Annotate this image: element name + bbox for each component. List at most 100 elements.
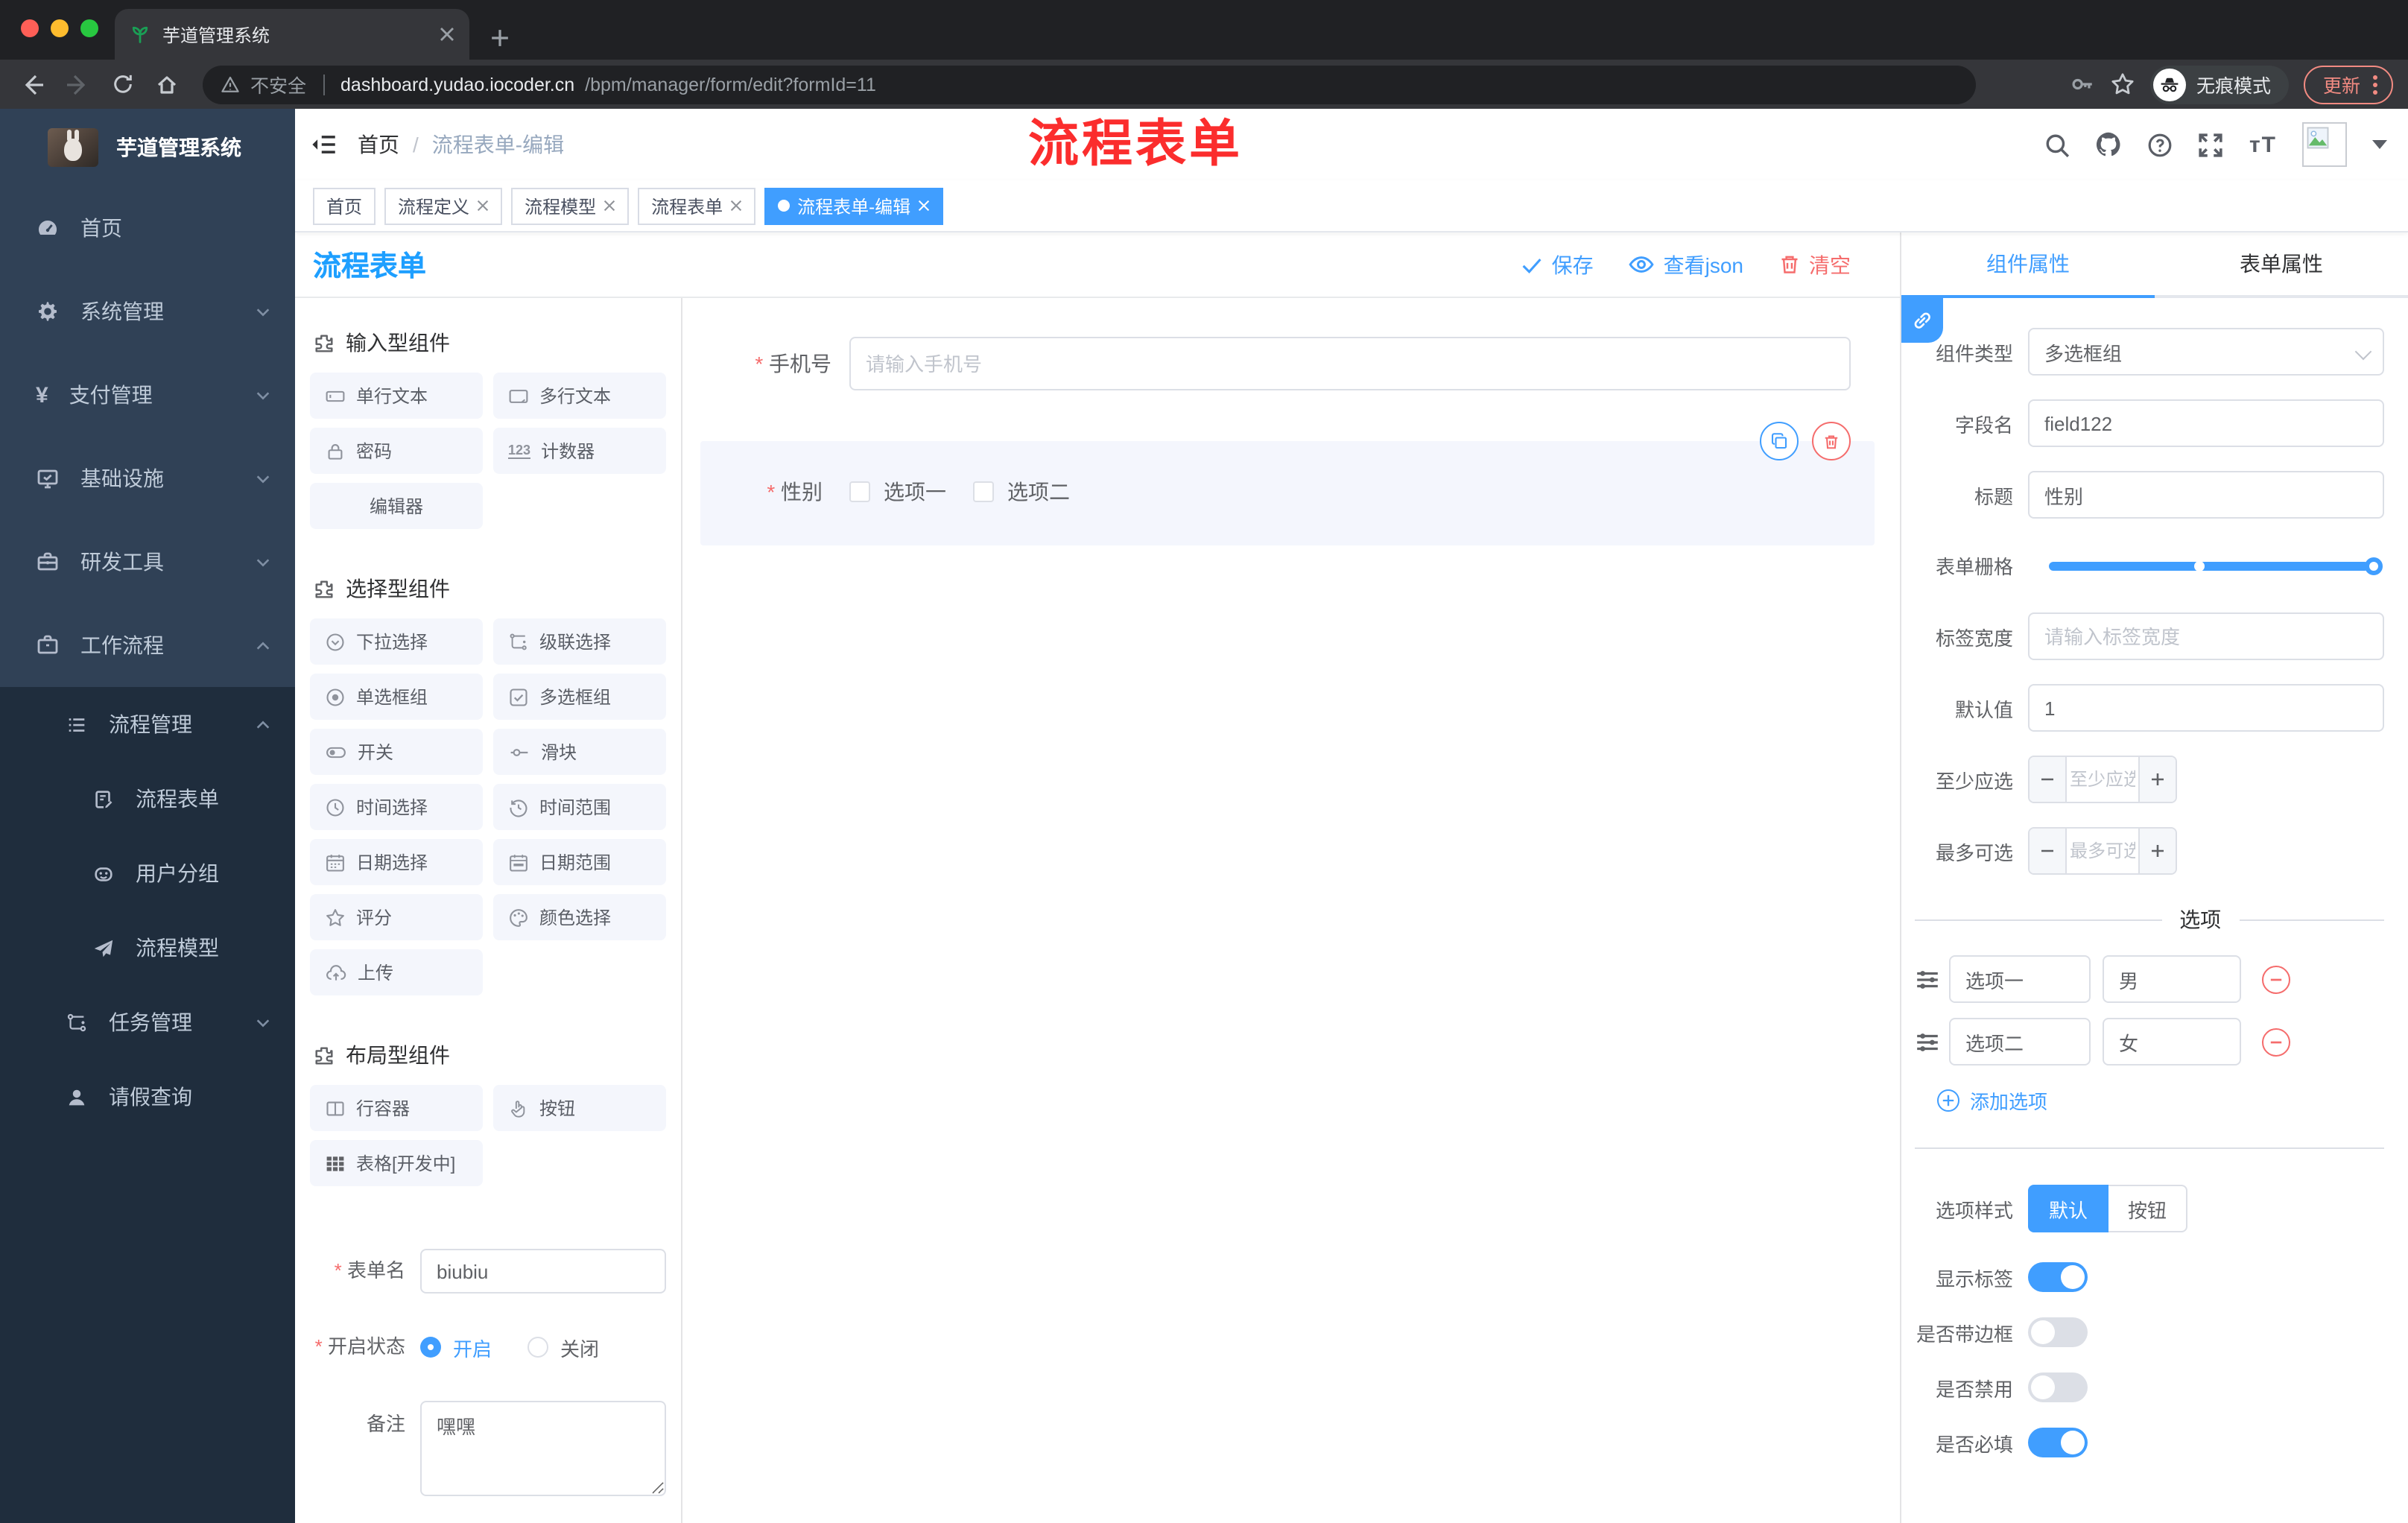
style-default-button[interactable]: 默认 [2028, 1185, 2109, 1232]
palette-item-switch[interactable]: 开关 [310, 729, 483, 775]
sidebar-item-devtools[interactable]: 研发工具 [0, 520, 295, 604]
palette-item-button[interactable]: 按钮 [493, 1085, 666, 1131]
close-icon[interactable] [603, 200, 615, 212]
add-option-button[interactable]: 添加选项 [1937, 1086, 2408, 1115]
palette-item-checkbox-group[interactable]: 多选框组 [493, 674, 666, 720]
form-canvas[interactable]: 手机号 [682, 298, 1900, 1523]
palette-item-color-picker[interactable]: 颜色选择 [493, 894, 666, 940]
radio-closed[interactable]: 关闭 [527, 1333, 599, 1361]
palette-item-editor[interactable]: 编辑器 [310, 483, 483, 529]
canvas-field-phone[interactable]: 手机号 [682, 337, 1851, 390]
data-bind-link-badge[interactable] [1901, 298, 1943, 343]
title-input[interactable] [2028, 471, 2384, 519]
show-label-toggle[interactable] [2028, 1262, 2088, 1292]
github-icon[interactable] [2096, 131, 2123, 158]
palette-item-date-range[interactable]: 日期范围 [493, 839, 666, 885]
close-window-button[interactable] [21, 19, 39, 37]
update-button[interactable]: 更新 [2303, 65, 2393, 104]
radio-open[interactable]: 开启 [420, 1333, 492, 1361]
form-remark-textarea[interactable]: 嘿嘿 [420, 1401, 666, 1496]
field-name-input[interactable] [2028, 399, 2384, 447]
palette-item-rate[interactable]: 评分 [310, 894, 483, 940]
palette-item-cascader[interactable]: 级联选择 [493, 618, 666, 665]
drag-handle-icon[interactable] [1915, 966, 1940, 992]
close-icon[interactable] [918, 200, 930, 212]
slider-handle[interactable] [2365, 557, 2383, 574]
delete-component-button[interactable] [1812, 422, 1851, 460]
collapse-sidebar-icon[interactable] [310, 131, 337, 158]
palette-item-counter[interactable]: 123 计数器 [493, 428, 666, 474]
search-icon[interactable] [2045, 132, 2070, 157]
sidebar-item-workflow[interactable]: 工作流程 [0, 604, 295, 687]
bookmark-star-icon[interactable] [2110, 72, 2135, 97]
address-bar[interactable]: 不安全 dashboard.yudao.iocoder.cn/bpm/manag… [203, 65, 1976, 104]
increase-button[interactable] [2138, 829, 2176, 873]
sidebar-item-task-mgmt[interactable]: 任务管理 [0, 985, 295, 1060]
view-json-button[interactable]: 查看json [1629, 250, 1743, 279]
breadcrumb-home[interactable]: 首页 [358, 130, 399, 159]
reload-icon[interactable] [104, 66, 140, 102]
tag-process-definition[interactable]: 流程定义 [384, 187, 503, 224]
gender-checkbox-option1[interactable]: 选项一 [849, 477, 946, 507]
style-button-button[interactable]: 按钮 [2108, 1185, 2188, 1232]
palette-item-time-range[interactable]: 时间范围 [493, 784, 666, 830]
palette-item-password[interactable]: 密码 [310, 428, 483, 474]
copy-component-button[interactable] [1760, 422, 1799, 460]
palette-item-multi-text[interactable]: 多行文本 [493, 373, 666, 419]
save-button[interactable]: 保存 [1522, 250, 1594, 279]
palette-item-upload[interactable]: 上传 [310, 949, 483, 995]
option-value-input[interactable] [2103, 955, 2241, 1003]
form-name-input[interactable] [420, 1249, 666, 1294]
sidebar-item-process-model[interactable]: 流程模型 [0, 911, 295, 985]
avatar[interactable] [2302, 122, 2347, 167]
password-key-icon[interactable] [2070, 72, 2095, 97]
minimize-window-button[interactable] [51, 19, 69, 37]
palette-item-table[interactable]: 表格[开发中] [310, 1140, 483, 1186]
remove-option-button[interactable] [2262, 1028, 2290, 1056]
min-input[interactable] [2067, 757, 2138, 802]
gender-checkbox-option2[interactable]: 选项二 [973, 477, 1070, 507]
max-input[interactable] [2067, 829, 2138, 873]
default-value-input[interactable] [2028, 684, 2384, 732]
tab-component-props[interactable]: 组件属性 [1901, 232, 2155, 298]
tab-form-props[interactable]: 表单属性 [2155, 232, 2408, 298]
back-icon[interactable] [15, 66, 51, 102]
palette-item-radio-group[interactable]: 单选框组 [310, 674, 483, 720]
remove-option-button[interactable] [2262, 965, 2290, 993]
drag-handle-icon[interactable] [1915, 1029, 1940, 1054]
canvas-field-gender-selected[interactable]: 性别 选项一 选项二 [700, 422, 1875, 545]
border-toggle[interactable] [2028, 1317, 2088, 1347]
required-toggle[interactable] [2028, 1428, 2088, 1457]
close-icon[interactable] [730, 200, 742, 212]
sidebar-item-home[interactable]: 首页 [0, 186, 295, 270]
increase-button[interactable] [2138, 757, 2176, 802]
phone-input[interactable] [849, 337, 1851, 390]
logo[interactable]: 芋道管理系统 [0, 109, 295, 186]
close-icon[interactable] [477, 200, 489, 212]
sidebar-item-system[interactable]: 系统管理 [0, 270, 295, 353]
component-type-select[interactable] [2028, 328, 2384, 376]
tag-process-model[interactable]: 流程模型 [511, 187, 630, 224]
option-name-input[interactable] [1949, 1018, 2091, 1066]
sidebar-item-user-groups[interactable]: 用户分组 [0, 836, 295, 911]
sidebar-item-leave-query[interactable]: 请假查询 [0, 1060, 295, 1134]
grid-slider[interactable] [2049, 557, 2383, 574]
avatar-caret-icon[interactable] [2372, 140, 2387, 149]
help-icon[interactable] [2148, 132, 2173, 157]
decrease-button[interactable] [2030, 757, 2067, 802]
clear-button[interactable]: 清空 [1779, 250, 1851, 279]
disabled-toggle[interactable] [2028, 1372, 2088, 1402]
font-size-icon[interactable]: ᴛT [2249, 132, 2277, 157]
forward-icon[interactable] [60, 66, 95, 102]
fullscreen-icon[interactable] [2199, 132, 2224, 157]
sidebar-item-payment[interactable]: ¥ 支付管理 [0, 353, 295, 437]
tag-home[interactable]: 首页 [313, 187, 376, 224]
palette-item-date-picker[interactable]: 日期选择 [310, 839, 483, 885]
sidebar-item-process-form[interactable]: 流程表单 [0, 762, 295, 836]
palette-item-time-picker[interactable]: 时间选择 [310, 784, 483, 830]
browser-tab[interactable]: 芋道管理系统 [115, 9, 469, 60]
palette-item-slider[interactable]: 滑块 [493, 729, 666, 775]
palette-item-single-text[interactable]: 单行文本 [310, 373, 483, 419]
home-icon[interactable] [149, 66, 185, 102]
sidebar-item-process-mgmt[interactable]: 流程管理 [0, 687, 295, 762]
